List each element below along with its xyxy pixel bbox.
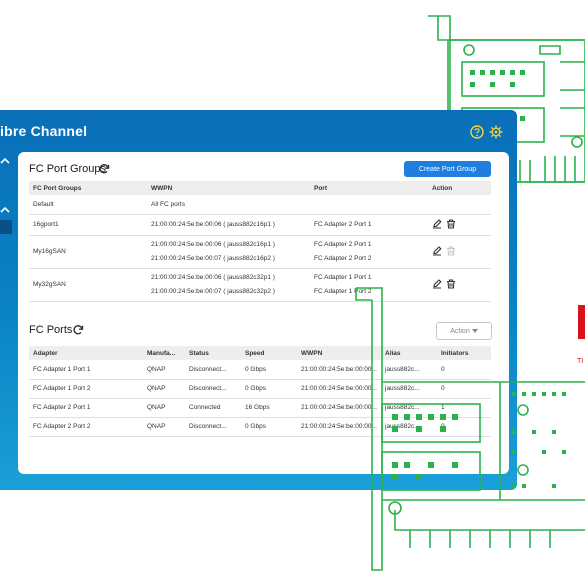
column-header[interactable]: Initiators xyxy=(437,346,491,360)
column-header[interactable]: Port xyxy=(310,181,428,195)
wwpn-value: 21:00:00:24:5e:be:00:06 ( jauss882c16p1 … xyxy=(147,214,310,236)
edit-icon[interactable] xyxy=(432,278,442,289)
group-name: My32gSAN xyxy=(29,268,147,302)
wwpn-value: All FC ports xyxy=(147,195,310,215)
app-window: ibre Channel FC Port Groups Create Port … xyxy=(0,110,517,490)
column-header[interactable]: Adapter xyxy=(29,346,143,360)
alias-cell: jauss882c... xyxy=(381,398,437,418)
wwpn-value: 21:00:00:24:5e:be:00:07 ( jauss882c32p2 … xyxy=(151,287,275,295)
status-cell: Disconnect... xyxy=(185,360,241,380)
wwpn-cell: 21:00:00:24:5e:be:00:00... xyxy=(297,417,381,437)
wwpn-value: 21:00:00:24:5e:be:00:06 ( jauss882c32p1 … xyxy=(151,273,275,281)
port-value: FC Adapter 2 Port 2 xyxy=(314,254,372,262)
table-row[interactable]: FC Adapter 2 Port 2 QNAP Disconnect... 0… xyxy=(29,417,491,437)
initiators-cell: 0 xyxy=(437,379,491,399)
manufacturer-cell: QNAP xyxy=(143,379,185,399)
delete-icon[interactable] xyxy=(446,278,456,289)
column-header[interactable]: FC Port Groups xyxy=(29,181,147,195)
alias-cell: jauss882c... xyxy=(381,417,437,437)
manufacturer-cell: QNAP xyxy=(143,417,185,437)
adapter-cell: FC Adapter 1 Port 2 xyxy=(29,379,143,399)
fc-port-groups-table: FC Port Groups WWPN Port Action Default … xyxy=(29,181,491,302)
sidebar-selected-item[interactable] xyxy=(0,220,12,234)
chevron-up-icon[interactable] xyxy=(0,156,12,166)
gear-icon[interactable] xyxy=(489,125,503,139)
column-header[interactable]: Alias xyxy=(381,346,437,360)
fc-port-groups-title: FC Port Groups xyxy=(29,163,107,175)
wwpn-value: 21:00:00:24:5e:be:00:07 ( jauss882c16p2 … xyxy=(151,254,275,262)
port-value: FC Adapter 2 Port 1 xyxy=(310,214,428,236)
chevron-up-icon[interactable] xyxy=(0,205,12,215)
wwpn-value: 21:00:00:24:5e:be:00:06 ( jauss882c16p1 … xyxy=(151,240,275,248)
delete-icon[interactable] xyxy=(446,218,456,229)
column-header[interactable]: Action xyxy=(428,181,491,195)
speed-cell: 0 Gbps xyxy=(241,379,297,399)
initiators-cell: 0 xyxy=(437,360,491,380)
status-cell: Disconnect... xyxy=(185,379,241,399)
alias-cell: jauss882c... xyxy=(381,360,437,380)
column-header[interactable]: WWPN xyxy=(147,181,310,195)
port-value xyxy=(310,195,428,215)
table-row[interactable]: Default All FC ports xyxy=(29,195,491,215)
port-value: FC Adapter 2 Port 1 xyxy=(314,240,372,248)
table-row[interactable]: My32gSAN 21:00:00:24:5e:be:00:06 ( jauss… xyxy=(29,268,491,302)
column-header[interactable]: WWPN xyxy=(297,346,381,360)
edit-icon[interactable] xyxy=(432,245,442,256)
fc-ports-table: Adapter Manufa... Status Speed WWPN Alia… xyxy=(29,346,491,437)
brand-logo xyxy=(578,305,585,339)
alias-cell: jauss882c... xyxy=(381,379,437,399)
wwpn-cell: 21:00:00:24:5e:be:00:00... xyxy=(297,379,381,399)
adapter-cell: FC Adapter 2 Port 1 xyxy=(29,398,143,418)
chevron-down-icon xyxy=(471,328,478,333)
speed-cell: 0 Gbps xyxy=(241,360,297,380)
table-row[interactable]: My16gSAN 21:00:00:24:5e:be:00:06 ( jauss… xyxy=(29,235,491,269)
table-row[interactable]: FC Adapter 2 Port 1 QNAP Connected 16 Gb… xyxy=(29,398,491,418)
edit-icon[interactable] xyxy=(432,218,442,229)
status-cell: Disconnect... xyxy=(185,417,241,437)
speed-cell: 16 Gbps xyxy=(241,398,297,418)
group-name: My16gSAN xyxy=(29,235,147,269)
initiators-cell: 1 xyxy=(437,398,491,418)
refresh-icon[interactable] xyxy=(98,163,110,175)
table-row[interactable]: FC Adapter 1 Port 2 QNAP Disconnect... 0… xyxy=(29,379,491,399)
content-panel: FC Port Groups Create Port Group FC Port… xyxy=(18,152,509,474)
wwpn-cell: 21:00:00:24:5e:be:00:00... xyxy=(297,360,381,380)
column-header[interactable]: Speed xyxy=(241,346,297,360)
initiators-cell: 0 xyxy=(437,417,491,437)
table-row[interactable]: FC Adapter 1 Port 1 QNAP Disconnect... 0… xyxy=(29,360,491,380)
speed-cell: 0 Gbps xyxy=(241,417,297,437)
help-icon[interactable] xyxy=(470,125,484,139)
fc-ports-title: FC Ports xyxy=(29,324,73,336)
group-name: Default xyxy=(29,195,147,215)
window-title: ibre Channel xyxy=(0,123,88,139)
group-name: 16gport1 xyxy=(29,214,147,236)
delete-icon xyxy=(447,245,455,256)
adapter-cell: FC Adapter 1 Port 1 xyxy=(29,360,143,380)
adapter-cell: FC Adapter 2 Port 2 xyxy=(29,417,143,437)
table-row[interactable]: 16gport1 21:00:00:24:5e:be:00:06 ( jauss… xyxy=(29,214,491,236)
manufacturer-cell: QNAP xyxy=(143,360,185,380)
manufacturer-cell: QNAP xyxy=(143,398,185,418)
port-value: FC Adapter 1 Port 1 xyxy=(314,273,372,281)
refresh-icon[interactable] xyxy=(72,324,84,336)
wwpn-cell: 21:00:00:24:5e:be:00:00... xyxy=(297,398,381,418)
status-cell: Connected xyxy=(185,398,241,418)
column-header[interactable]: Status xyxy=(185,346,241,360)
port-value: FC Adapter 1 Port 2 xyxy=(314,287,372,295)
action-label: Action xyxy=(450,327,470,335)
action-dropdown-button[interactable]: Action xyxy=(436,322,492,340)
create-port-group-button[interactable]: Create Port Group xyxy=(404,161,491,177)
brand-text: TI xyxy=(577,358,583,365)
column-header[interactable]: Manufa... xyxy=(143,346,185,360)
